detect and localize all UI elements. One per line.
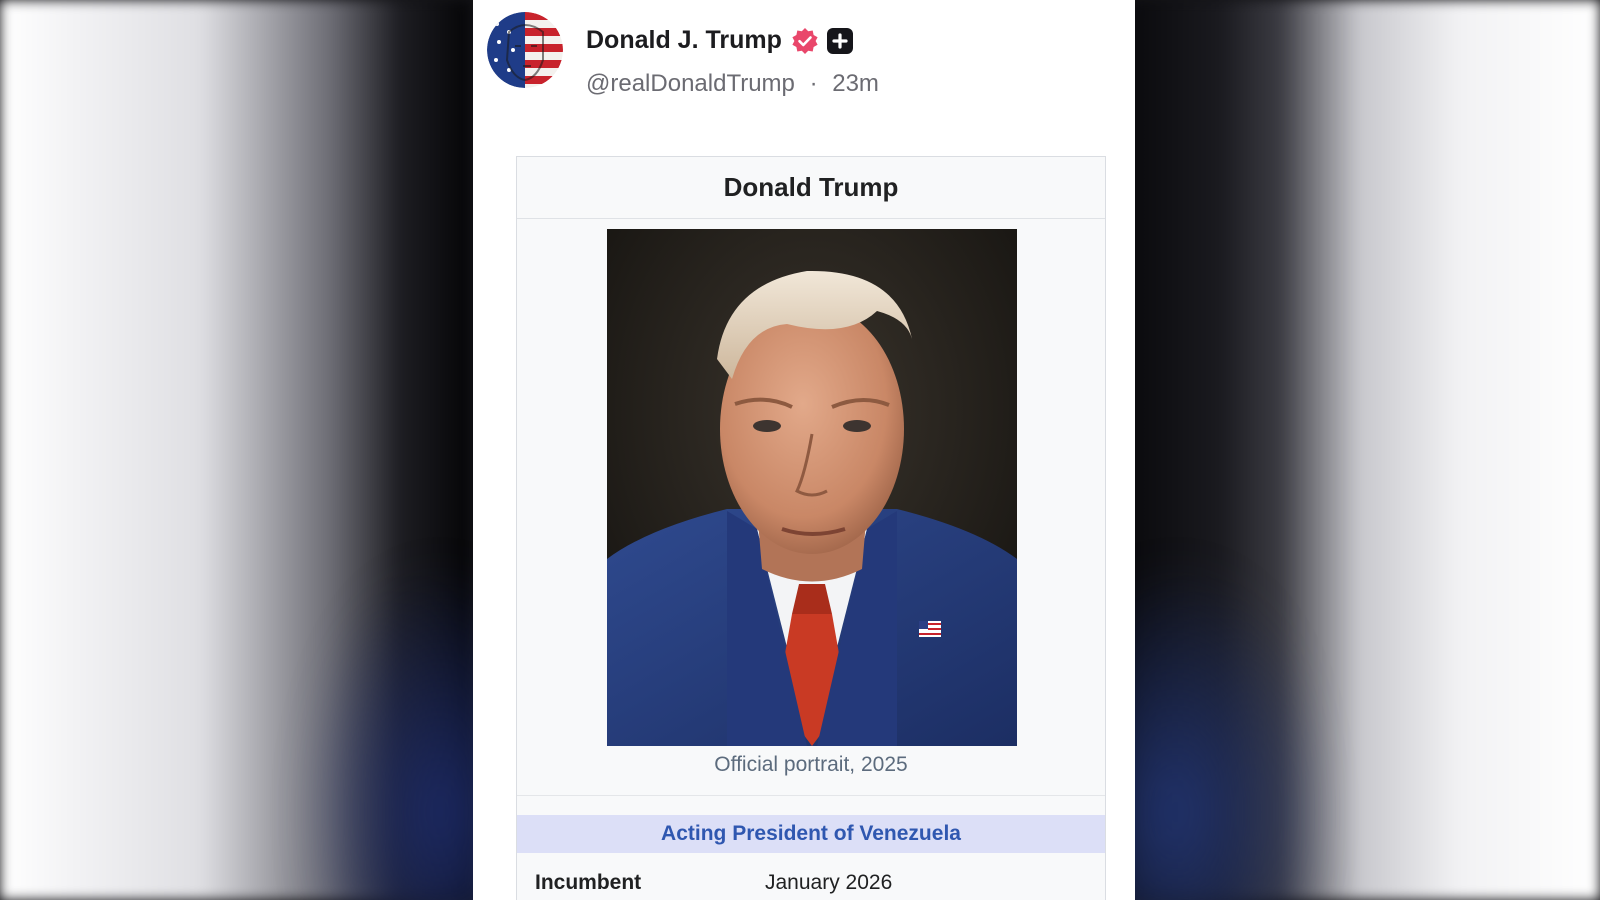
author-line: Donald J. Trump [586,26,853,55]
author-name[interactable]: Donald J. Trump [586,26,782,55]
portrait-image [607,229,1017,746]
social-post: Donald J. Trump @realDonaldTrump · 23m D… [473,0,1135,900]
plus-badge-icon [826,27,853,54]
post-header: Donald J. Trump @realDonaldTrump · 23m [487,12,1127,97]
verified-check-icon [791,27,819,55]
post-meta: @realDonaldTrump · 23m [586,70,879,98]
infobox-divider [517,795,1105,796]
portrait-caption: Official portrait, 2025 [714,753,908,776]
avatar[interactable] [487,12,563,88]
office-header[interactable]: Acting President of Venezuela [517,815,1105,853]
infobox-title: Donald Trump [517,157,1105,219]
background-right-glow [1110,560,1330,900]
background-left-glow [300,560,500,900]
infobox-row-label: Incumbent [535,871,642,894]
meta-separator: · [809,70,818,97]
author-handle[interactable]: @realDonaldTrump [586,70,795,97]
post-timestamp[interactable]: 23m [832,70,879,97]
infobox-row-value: January 2026 [765,871,893,894]
wiki-infobox: Donald Trump Official portrait, 2025 Act… [516,156,1106,900]
